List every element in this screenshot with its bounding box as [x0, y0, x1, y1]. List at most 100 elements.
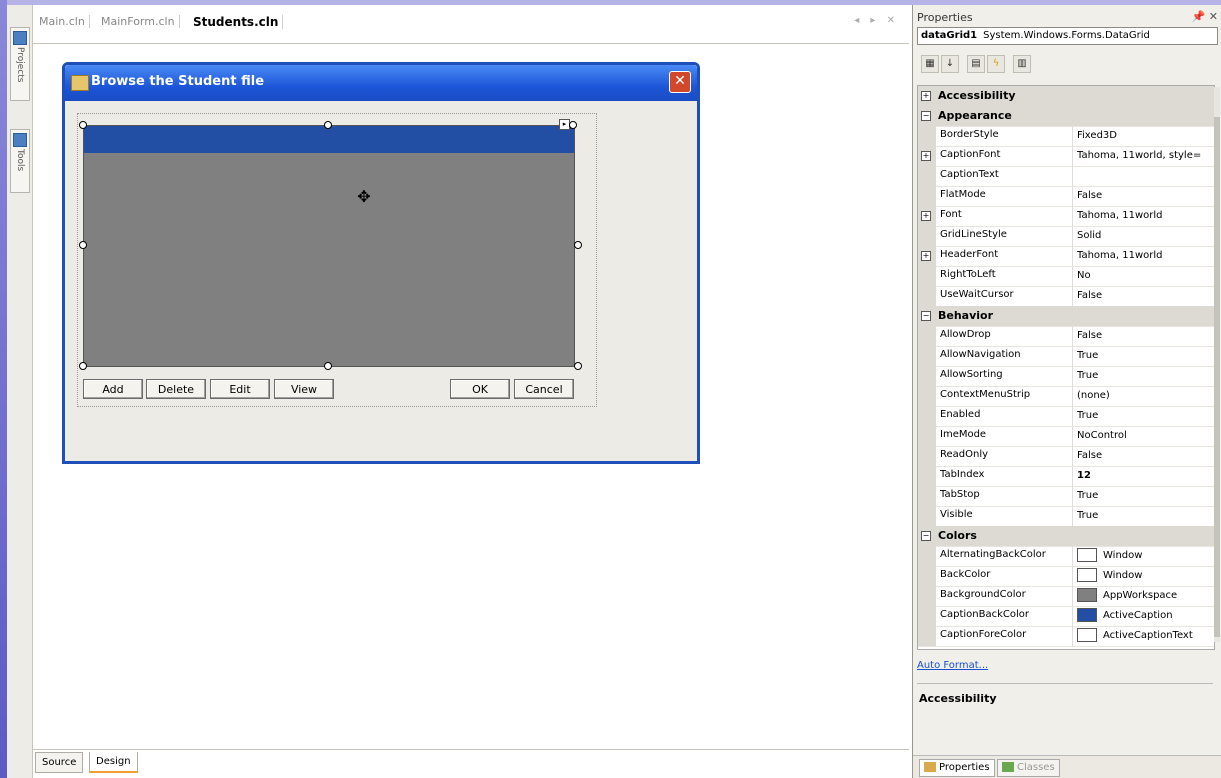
property-row[interactable]: TabIndex 12 — [918, 466, 1214, 487]
edit-button[interactable]: Edit — [210, 379, 270, 399]
toolbox-tab[interactable]: Tools — [10, 129, 30, 193]
property-category[interactable]: − Colors — [918, 526, 1214, 547]
property-name: AllowSorting — [940, 369, 1003, 380]
property-row[interactable]: AllowNavigation True — [918, 346, 1214, 367]
property-row[interactable]: TabStop True — [918, 486, 1214, 507]
property-row[interactable]: + Font Tahoma, 11world — [918, 206, 1214, 227]
resize-handle-w[interactable] — [79, 241, 87, 249]
resize-handle-n[interactable] — [324, 121, 332, 129]
form-title-bar[interactable]: Browse the Student file ✕ — [65, 65, 697, 101]
property-pages-icon[interactable]: ▥ — [1013, 55, 1031, 73]
scrollbar-thumb[interactable] — [1214, 117, 1220, 637]
alphabetical-icon[interactable]: ↓ — [941, 55, 959, 73]
resize-handle-nw[interactable] — [79, 121, 87, 129]
category-label: Colors — [938, 529, 977, 542]
property-grid-scrollbar[interactable] — [1214, 87, 1220, 642]
pin-icon[interactable]: 📌 ✕ — [1192, 10, 1218, 23]
property-value[interactable]: Window — [1072, 566, 1214, 586]
property-row[interactable]: FlatMode False — [918, 186, 1214, 207]
property-value[interactable]: Fixed3D — [1072, 126, 1214, 146]
tab-mainform-cln[interactable]: MainForm.cln — [97, 15, 180, 28]
property-row[interactable]: ContextMenuStrip (none) — [918, 386, 1214, 407]
property-value[interactable]: Tahoma, 11world — [1072, 246, 1214, 266]
property-value[interactable]: Tahoma, 11world — [1072, 206, 1214, 226]
resize-handle-se[interactable] — [574, 362, 582, 370]
property-value[interactable]: False — [1072, 446, 1214, 466]
property-row[interactable]: Enabled True — [918, 406, 1214, 427]
expander-icon[interactable]: − — [921, 311, 931, 321]
property-row[interactable]: BorderStyle Fixed3D — [918, 126, 1214, 147]
property-value[interactable]: AppWorkspace — [1072, 586, 1214, 606]
expander-icon[interactable]: − — [921, 531, 931, 541]
property-row[interactable]: CaptionBackColor ActiveCaption — [918, 606, 1214, 627]
property-value[interactable]: ActiveCaptionText — [1072, 626, 1214, 646]
property-value[interactable]: False — [1072, 326, 1214, 346]
property-row[interactable]: ImeMode NoControl — [918, 426, 1214, 447]
property-value[interactable]: 12 — [1072, 466, 1214, 486]
resize-handle-e[interactable] — [574, 241, 582, 249]
property-row[interactable]: + CaptionFont Tahoma, 11world, style= — [918, 146, 1214, 167]
cancel-button[interactable]: Cancel — [514, 379, 574, 399]
data-grid[interactable] — [83, 125, 575, 367]
expander-icon[interactable]: − — [921, 111, 931, 121]
property-row[interactable]: CaptionForeColor ActiveCaptionText — [918, 626, 1214, 647]
auto-format-link[interactable]: Auto Format... — [917, 660, 988, 671]
property-category[interactable]: − Appearance — [918, 106, 1214, 127]
expander-icon[interactable]: + — [921, 151, 931, 161]
property-row[interactable]: CaptionText — [918, 166, 1214, 187]
property-row[interactable]: UseWaitCursor False — [918, 286, 1214, 307]
property-row[interactable]: RightToLeft No — [918, 266, 1214, 287]
property-value[interactable] — [1072, 166, 1214, 186]
property-category[interactable]: + Accessibility — [918, 86, 1214, 107]
add-button[interactable]: Add — [83, 379, 143, 399]
property-row[interactable]: AllowSorting True — [918, 366, 1214, 387]
property-row[interactable]: BackgroundColor AppWorkspace — [918, 586, 1214, 607]
property-value[interactable]: False — [1072, 186, 1214, 206]
property-value[interactable]: True — [1072, 366, 1214, 386]
property-value[interactable]: True — [1072, 506, 1214, 526]
expander-icon[interactable]: + — [921, 211, 931, 221]
property-value[interactable]: Window — [1072, 546, 1214, 566]
property-value[interactable]: Solid — [1072, 226, 1214, 246]
move-icon[interactable]: ✥ — [355, 188, 373, 206]
property-value[interactable]: True — [1072, 486, 1214, 506]
property-row[interactable]: BackColor Window — [918, 566, 1214, 587]
tab-nav-controls[interactable]: ◂ ▸ ✕ — [854, 15, 899, 26]
tab-source[interactable]: Source — [35, 752, 84, 773]
properties-icon[interactable]: ▤ — [967, 55, 985, 73]
property-row[interactable]: AlternatingBackColor Window — [918, 546, 1214, 567]
property-grid[interactable]: + Accessibility − Appearance BorderStyle Fixe… — [917, 85, 1215, 650]
property-value[interactable]: ActiveCaption — [1072, 606, 1214, 626]
tab-properties[interactable]: Properties — [919, 759, 995, 777]
tab-students-cln[interactable]: Students.cln — [189, 15, 284, 29]
property-row[interactable]: ReadOnly False — [918, 446, 1214, 467]
projects-tab[interactable]: Projects — [10, 27, 30, 101]
property-row[interactable]: GridLineStyle Solid — [918, 226, 1214, 247]
property-value[interactable]: False — [1072, 286, 1214, 306]
property-row[interactable]: AllowDrop False — [918, 326, 1214, 347]
resize-handle-s[interactable] — [324, 362, 332, 370]
expander-icon[interactable]: + — [921, 91, 931, 101]
view-button[interactable]: View — [274, 379, 334, 399]
expander-icon[interactable]: + — [921, 251, 931, 261]
property-row[interactable]: Visible True — [918, 506, 1214, 527]
delete-button[interactable]: Delete — [146, 379, 206, 399]
property-category[interactable]: − Behavior — [918, 306, 1214, 327]
tab-classes[interactable]: Classes — [997, 759, 1060, 777]
tab-main-cln[interactable]: Main.cln — [35, 15, 90, 28]
resize-handle-ne[interactable] — [569, 121, 577, 129]
property-value[interactable]: (none) — [1072, 386, 1214, 406]
property-value[interactable]: No — [1072, 266, 1214, 286]
events-icon[interactable]: ϟ — [987, 55, 1005, 73]
property-value[interactable]: True — [1072, 406, 1214, 426]
property-row[interactable]: + HeaderFont Tahoma, 11world — [918, 246, 1214, 267]
object-selector[interactable]: dataGrid1 System.Windows.Forms.DataGrid — [917, 27, 1218, 45]
resize-handle-sw[interactable] — [79, 362, 87, 370]
tab-design[interactable]: Design — [89, 752, 138, 773]
property-value[interactable]: Tahoma, 11world, style= — [1072, 146, 1214, 166]
property-value[interactable]: NoControl — [1072, 426, 1214, 446]
categorized-icon[interactable]: ▦ — [921, 55, 939, 73]
ok-button[interactable]: OK — [450, 379, 510, 399]
close-icon[interactable]: ✕ — [669, 71, 691, 93]
property-value[interactable]: True — [1072, 346, 1214, 366]
